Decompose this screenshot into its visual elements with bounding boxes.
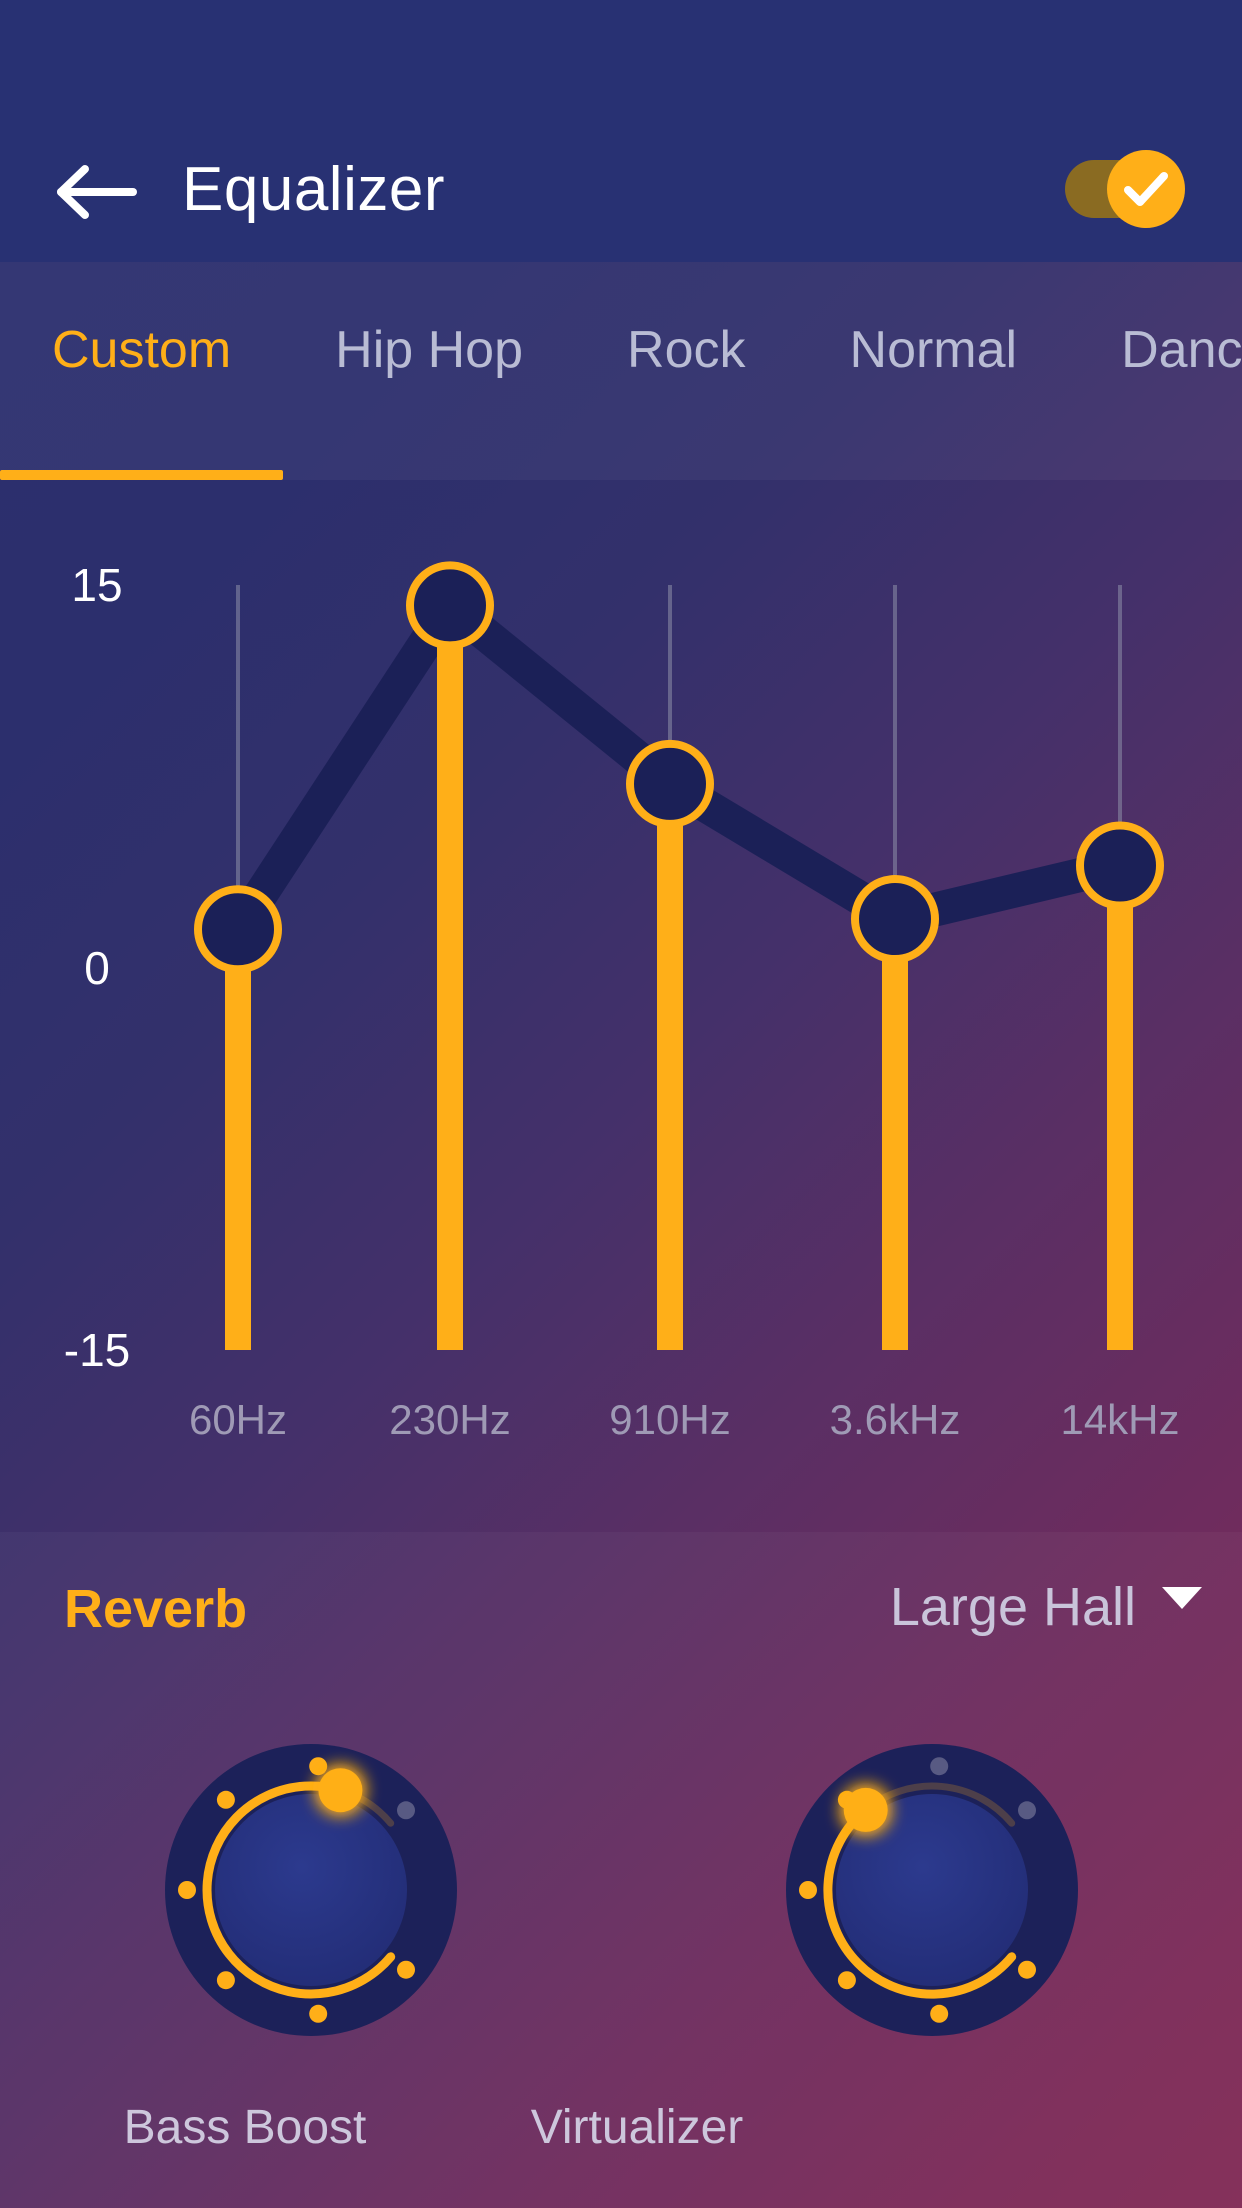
knob-tick-dot-3 [177,1881,196,1899]
preset-tabs: Custom Hip Hop Rock Normal Dance [0,262,1242,480]
equalizer-graph[interactable]: 15 0 -15 60Hz 230Hz 910Hz 3.6kHz 14kHz [0,480,1242,1510]
knob-tick-dot-4 [216,1790,235,1809]
tab-dance[interactable]: Dance [1069,262,1242,480]
slider-thumb-910Hz[interactable] [626,739,714,828]
slider-thumb-3.6kHz[interactable] [851,875,939,964]
y-axis-tick: -15 [63,1324,131,1376]
knob-dial-virtualizer[interactable] [732,1690,1132,2090]
tab-custom[interactable]: Custom [0,262,284,480]
knob-dial-bass-boost[interactable] [111,1690,511,2090]
equalizer-power-toggle[interactable] [1065,150,1185,228]
check-icon [1123,170,1169,208]
knob-label-virtualizer: Virtualizer [530,2101,744,2154]
knob-tick-dot-1 [308,2004,327,2023]
knob-tick-dot-0 [1017,1960,1036,1979]
tab-label: Rock [627,321,746,379]
tab-label: Dance [1121,321,1242,379]
knob-inner-disc [214,1794,407,1986]
preset-tabbar[interactable]: Custom Hip Hop Rock Normal Dance [0,262,1242,480]
knob-tick-dot-2 [216,1971,235,1990]
effect-knobs [0,1690,1242,2120]
frequency-label-2: 910Hz [609,1396,731,1443]
app-header: Equalizer [0,0,1242,262]
knob-tick-dot-3 [798,1881,817,1899]
reverb-dropdown[interactable]: Large Hall [890,1576,1202,1638]
tab-hip-hop[interactable]: Hip Hop [283,262,575,480]
knob-tick-dot-1 [929,2004,948,2023]
knob-tick-dot-5 [308,1757,327,1776]
tab-normal[interactable]: Normal [798,262,1070,480]
knob-tick-dot-2 [837,1971,856,1990]
knob-tick-dot-6 [1017,1801,1036,1820]
slider-thumb-230Hz[interactable] [406,561,494,650]
knob-tick-dot-6 [396,1801,415,1820]
page-title: Equalizer [182,155,445,224]
equalizer-sliders-svg[interactable] [0,480,1242,1510]
knob-handle[interactable] [843,1787,888,1832]
tab-label: Custom [52,321,232,379]
knob-tick-dot-5 [929,1757,948,1776]
y-axis-tick: 0 [84,941,110,994]
tab-rock[interactable]: Rock [575,262,797,480]
chevron-down-icon [1162,1587,1202,1609]
knob-bass-boost[interactable] [111,1690,511,2120]
frequency-label-0: 60Hz [188,1396,288,1443]
equalizer-screen: Equalizer Custom Hip Hop Rock Normal Dance 1… [0,0,1242,2208]
tab-label: Hip Hop [335,321,524,379]
knob-label-bass-boost: Bass Boost [123,2101,367,2154]
reverb-label: Reverb [64,1579,248,1639]
frequency-label-1: 230Hz [389,1396,511,1443]
slider-thumb-14kHz[interactable] [1076,821,1164,910]
knob-handle[interactable] [317,1768,362,1813]
slider-thumb-60Hz[interactable] [194,885,282,974]
frequency-label-3: 3.6kHz [829,1396,961,1443]
toggle-knob [1107,150,1185,228]
knob-tick-dot-0 [396,1960,415,1979]
knob-virtualizer[interactable] [732,1690,1132,2120]
active-tab-underline [0,470,284,480]
tab-label: Normal [849,321,1018,379]
reverb-selected-value: Large Hall [889,1577,1136,1637]
y-axis-tick: 15 [71,559,123,611]
arrow-left-icon [53,162,139,222]
frequency-label-4: 14kHz [1060,1396,1180,1443]
back-button[interactable] [48,144,144,240]
